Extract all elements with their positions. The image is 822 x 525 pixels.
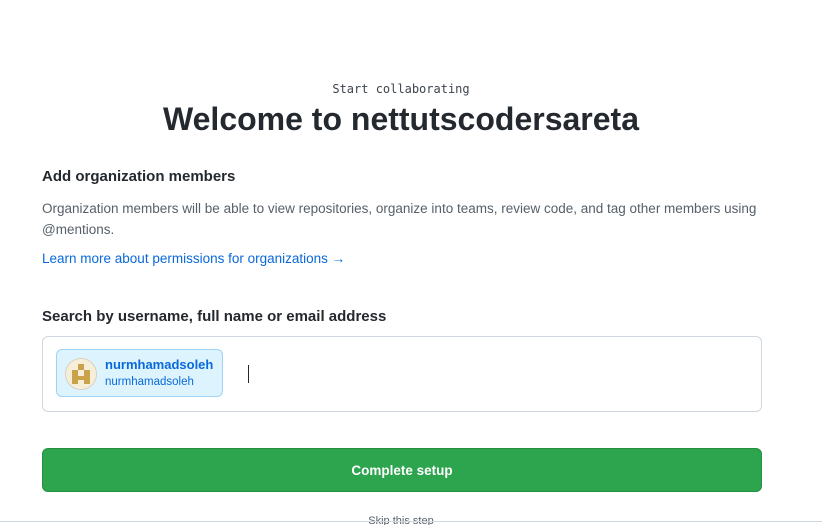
avatar-identicon-graphic — [66, 359, 96, 389]
selected-user-name: nurmhamadsoleh — [105, 357, 214, 372]
section-description: Organization members will be able to vie… — [42, 201, 757, 237]
text-cursor — [248, 365, 249, 383]
page-eyebrow: Start collaborating — [332, 82, 470, 96]
selected-user-chip[interactable]: nurmhamadsoleh nurmhamadsoleh — [56, 349, 223, 397]
learn-more-link[interactable]: Learn more about permissions for organiz… — [42, 249, 345, 269]
section-heading: Add organization members — [42, 168, 236, 185]
selected-user-login: nurmhamadsoleh — [105, 376, 194, 388]
setup-page: Start collaborating Welcome to nettutsco… — [0, 0, 822, 525]
page-title: Welcome to nettutscodersareta — [163, 101, 639, 137]
complete-setup-button[interactable]: Complete setup — [42, 448, 762, 492]
identicon-avatar-icon — [65, 358, 97, 390]
search-label: Search by username, full name or email a… — [42, 308, 387, 325]
members-section: Add organization members Organization me… — [42, 166, 762, 269]
member-search-input[interactable]: nurmhamadsoleh nurmhamadsoleh — [42, 336, 762, 412]
bottom-divider — [0, 521, 822, 522]
